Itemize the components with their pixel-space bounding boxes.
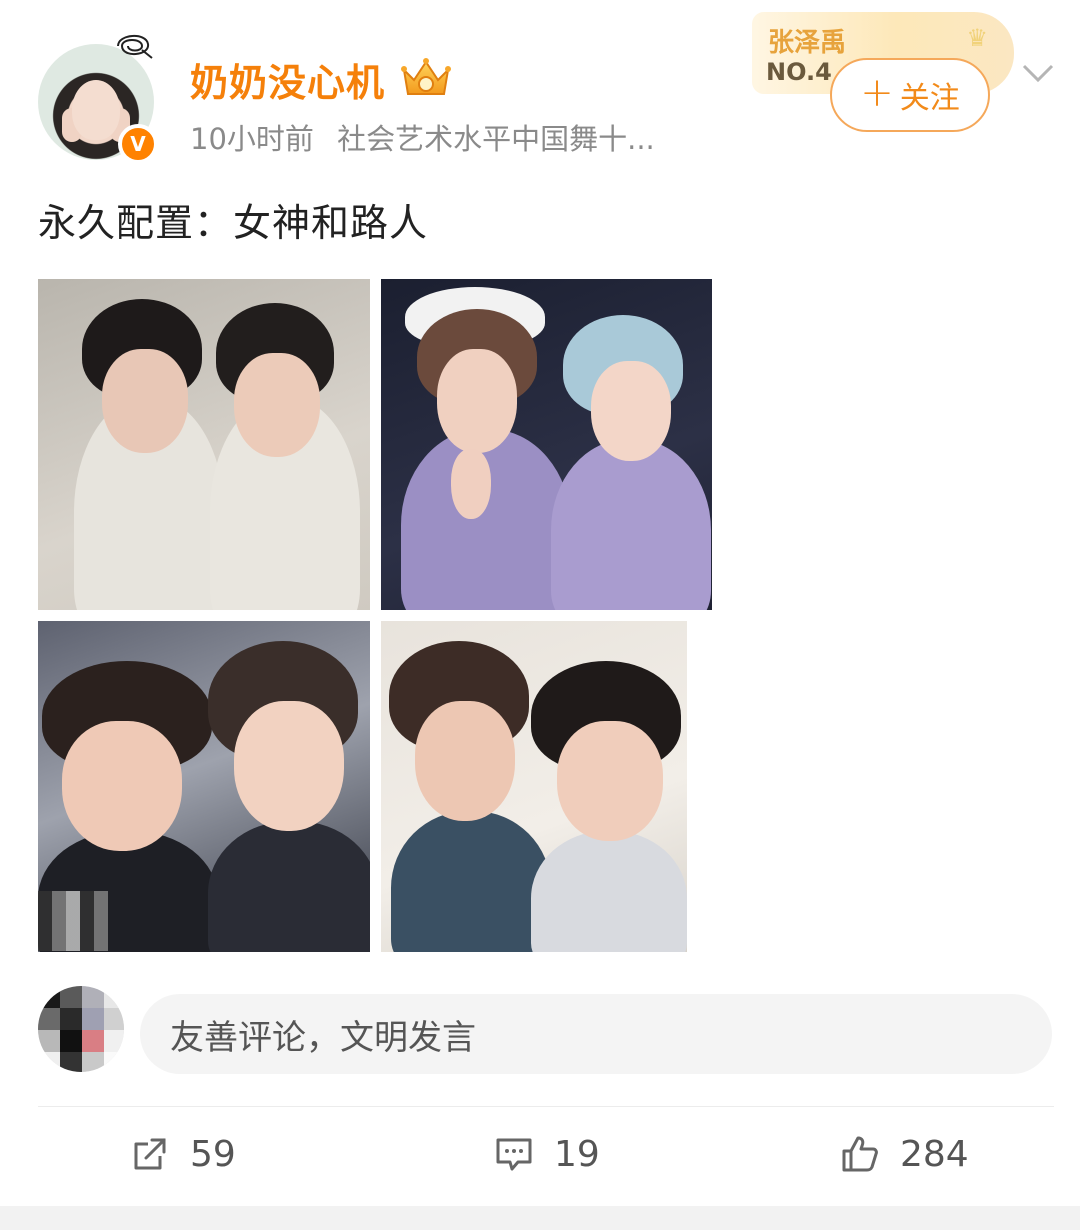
like-count: 284 [900, 1133, 969, 1175]
comment-count: 19 [554, 1133, 600, 1175]
thumbs-up-icon [842, 1136, 878, 1172]
crown-icon [401, 58, 451, 95]
post-meta: 10小时前 社会艺术水平中国舞十... [190, 116, 655, 158]
verified-icon: V [118, 124, 158, 164]
fan-badge-rank: NO.4 [766, 58, 832, 86]
comment-icon [496, 1138, 532, 1171]
post-source[interactable]: 社会艺术水平中国舞十... [337, 122, 655, 156]
follow-label: 关注 [899, 81, 960, 116]
share-button[interactable]: 59 [130, 1128, 236, 1180]
fan-badge-name: 张泽禹 [768, 28, 847, 58]
like-button[interactable]: 284 [840, 1128, 969, 1180]
avatar-face [72, 80, 120, 140]
post-image-3[interactable] [38, 621, 370, 952]
weibo-post-card: V 奶奶没心机 10小时前 社会艺术水平中国舞十... 张泽禹 NO.4 ♛ +… [0, 0, 1080, 1230]
post-image-2[interactable] [381, 279, 712, 610]
post-text: 永久配置：女神和路人 [38, 201, 429, 245]
commenter-avatar[interactable] [38, 986, 124, 1072]
comment-input[interactable]: 友善评论，文明发言 [140, 994, 1052, 1074]
plus-icon: + [860, 70, 894, 116]
fan-badge-crown-icon: ♛ [966, 24, 988, 52]
chevron-down-icon[interactable] [1018, 58, 1058, 88]
post-image-1[interactable] [38, 279, 370, 610]
follow-button[interactable]: + 关注 [830, 58, 990, 132]
share-icon [134, 1138, 166, 1170]
post-time: 10小时前 [190, 122, 314, 156]
post-image-4[interactable] [381, 621, 687, 952]
comment-button[interactable]: 19 [494, 1128, 600, 1180]
share-count: 59 [190, 1133, 236, 1175]
author-name[interactable]: 奶奶没心机 [190, 52, 385, 107]
divider [38, 1106, 1054, 1107]
bottom-separator [0, 1206, 1080, 1230]
avatar-scribble-icon [117, 35, 153, 59]
